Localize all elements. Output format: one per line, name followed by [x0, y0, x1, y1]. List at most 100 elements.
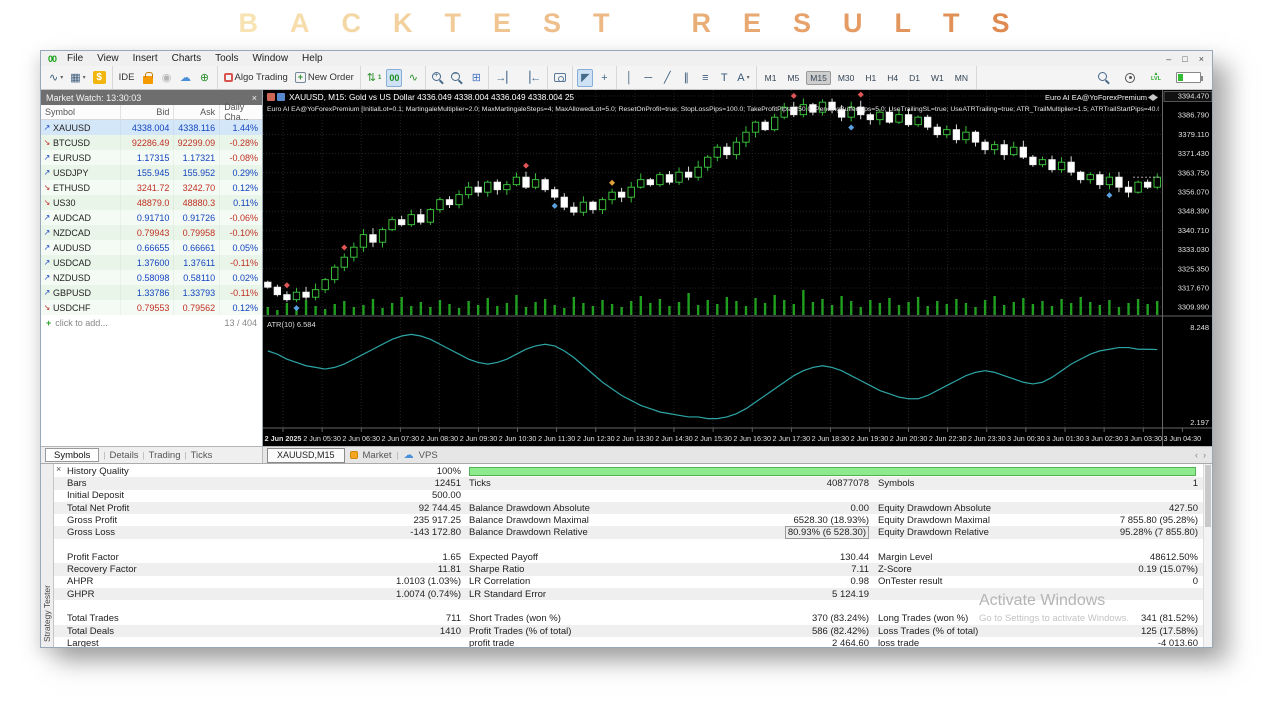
cursor-button[interactable]: ◤	[577, 69, 593, 87]
quotes-button[interactable]: 00	[386, 69, 402, 87]
market-watch-row[interactable]: ↗AUDCAD0.917100.91726-0.06%	[41, 210, 262, 225]
add-symbol-label[interactable]: click to add...	[55, 318, 108, 328]
timeframe-mn[interactable]: MN	[951, 71, 972, 85]
signals-button[interactable]: ◉	[159, 69, 175, 87]
zoom-in-button[interactable]	[430, 69, 446, 87]
column-header-2[interactable]: Ask	[174, 105, 220, 119]
minimize-icon[interactable]: –	[1166, 54, 1171, 64]
tester-row[interactable]: Initial Deposit500.00	[54, 490, 1212, 502]
menu-help[interactable]: Help	[295, 53, 330, 64]
timeframe-h4[interactable]: H4	[883, 71, 902, 85]
market-watch-row[interactable]: ↘US3048879.048880.30.11%	[41, 195, 262, 210]
cash-balance-button[interactable]: $	[91, 69, 108, 87]
tab-market[interactable]: Market	[363, 450, 392, 461]
market-watch-row[interactable]: ↗NZDUSD0.580980.581100.02%	[41, 270, 262, 285]
screenshot-button[interactable]	[552, 69, 568, 87]
tester-row[interactable]: Gross Loss-143 172.80Balance Drawdown Re…	[54, 526, 1212, 538]
level-button[interactable]: ▲LVL	[1148, 69, 1164, 87]
market-watch-row[interactable]: ↘ETHUSD3241.723242.700.12%	[41, 180, 262, 195]
timeframe-m1[interactable]: M1	[761, 71, 781, 85]
tester-row[interactable]	[54, 539, 1212, 551]
zoom-out-button[interactable]	[449, 69, 465, 87]
market-watch-row[interactable]: ↗GBPUSD1.337861.33793-0.11%	[41, 285, 262, 300]
market-watch-row[interactable]: ↗NZDCAD0.799430.79958-0.10%	[41, 225, 262, 240]
tab-xauusd-m15[interactable]: XAUUSD,M15	[267, 448, 345, 463]
tester-row[interactable]: Profit Factor1.65Expected Payoff130.44Ma…	[54, 551, 1212, 563]
tile-windows-button[interactable]: ⊞	[468, 69, 484, 87]
fibonacci-button[interactable]: ≡	[697, 69, 713, 87]
horizontal-line-button[interactable]: ─	[640, 69, 656, 87]
price-chart-svg[interactable]: 3394.4703386.7903379.1103371.4303363.750…	[263, 90, 1212, 446]
tab-trading[interactable]: Trading	[149, 450, 181, 461]
text-tool-button[interactable]: T	[716, 69, 732, 87]
chart-area[interactable]: 3394.4703386.7903379.1103371.4303363.750…	[263, 90, 1212, 446]
market-watch-row[interactable]: ↗USDJPY155.945155.9520.29%	[41, 165, 262, 180]
chart-shift-button[interactable]: →▏	[493, 69, 516, 87]
timeframe-w1[interactable]: W1	[927, 71, 948, 85]
tab-symbols[interactable]: Symbols	[45, 448, 99, 462]
menu-file[interactable]: File	[60, 53, 90, 64]
market-watch-row[interactable]: ↘BTCUSD92286.4992299.09-0.28%	[41, 135, 262, 150]
tick-chart-button[interactable]: ∿	[405, 69, 421, 87]
channel-button[interactable]: ∥	[678, 69, 694, 87]
connection-battery[interactable]	[1174, 69, 1203, 87]
vertical-line-button[interactable]: │	[621, 69, 637, 87]
column-header-0[interactable]: Symbol	[41, 105, 121, 119]
objects-button[interactable]: A▾	[735, 69, 751, 87]
community-button[interactable]: ⊕	[197, 69, 213, 87]
close-icon[interactable]: ×	[1199, 54, 1204, 64]
marketplace-lock-button[interactable]	[140, 69, 156, 87]
menu-view[interactable]: View	[90, 53, 126, 64]
tester-row[interactable]: Recovery Factor11.81Sharpe Ratio7.11Z-Sc…	[54, 563, 1212, 575]
tester-row[interactable]: Total Deals1410Profit Trades (% of total…	[54, 625, 1212, 637]
tab-vps[interactable]: VPS	[419, 450, 438, 461]
scrollbar-thumb[interactable]	[1205, 465, 1211, 527]
menu-insert[interactable]: Insert	[126, 53, 165, 64]
chart-style-button[interactable]: ▦▾	[68, 69, 87, 87]
tester-row[interactable]: Gross Profit235 917.25Balance Drawdown M…	[54, 514, 1212, 526]
auto-scroll-button[interactable]: ▕←	[520, 69, 543, 87]
tester-row[interactable]: AHPR1.0103 (1.03%)LR Correlation0.98OnTe…	[54, 576, 1212, 588]
cloud-sync-button[interactable]: ☁	[178, 69, 194, 87]
banner-letter: K	[393, 8, 413, 39]
menu-tools[interactable]: Tools	[208, 53, 245, 64]
menu-window[interactable]: Window	[245, 53, 295, 64]
add-symbol-icon[interactable]: +	[46, 318, 51, 328]
market-watch-row[interactable]: ↗AUDUSD0.666550.666610.05%	[41, 240, 262, 255]
trendline-button[interactable]: ╱	[659, 69, 675, 87]
market-watch-row[interactable]: ↗XAUUSD4338.0044338.1161.44%	[41, 120, 262, 135]
tab-nav-left-icon[interactable]: ‹	[1195, 450, 1198, 460]
ide-button[interactable]: IDE	[117, 69, 137, 87]
timeframe-m5[interactable]: M5	[783, 71, 803, 85]
timeframe-m15[interactable]: M15	[806, 71, 831, 85]
column-header-1[interactable]: Bid	[121, 105, 175, 119]
strategy-tester-side-tab[interactable]: Strategy Tester	[41, 464, 54, 647]
tab-ticks[interactable]: Ticks	[191, 450, 213, 461]
tester-row[interactable]: Bars12451Ticks40877078Symbols1	[54, 477, 1212, 489]
profile-button[interactable]	[1122, 69, 1138, 87]
market-watch-row[interactable]: ↗EURUSD1.173151.17321-0.08%	[41, 150, 262, 165]
new-order-button[interactable]: +New Order	[293, 69, 356, 87]
restore-icon[interactable]: □	[1182, 54, 1187, 64]
algo-trading-button[interactable]: Algo Trading	[222, 69, 290, 87]
timeframe-m30[interactable]: M30	[834, 71, 859, 85]
market-watch-row[interactable]: ↘USDCHF0.795530.795620.12%	[41, 300, 262, 315]
depth-of-market-button[interactable]: ⇅1	[365, 69, 384, 87]
menu-charts[interactable]: Charts	[165, 53, 208, 64]
tester-scrollbar[interactable]	[1203, 464, 1212, 647]
tab-details[interactable]: Details	[110, 450, 139, 461]
tester-row[interactable]: Total Net Profit92 744.45Balance Drawdow…	[54, 502, 1212, 514]
tab-nav-right-icon[interactable]: ›	[1203, 450, 1206, 460]
close-icon[interactable]: ×	[252, 93, 257, 103]
timeframe-d1[interactable]: D1	[905, 71, 924, 85]
market-watch-row[interactable]: ↗USDCAD1.376001.37611-0.11%	[41, 255, 262, 270]
tester-col1: Initial Deposit500.00	[54, 490, 461, 502]
column-header-3[interactable]: Daily Cha...	[220, 105, 262, 119]
timeframe-h1[interactable]: H1	[861, 71, 880, 85]
search-button[interactable]	[1096, 69, 1112, 87]
tester-row[interactable]: Largestprofit trade2 464.60loss trade-4 …	[54, 637, 1212, 647]
tester-row[interactable]: History Quality100%	[54, 465, 1212, 477]
crosshair-button[interactable]: +	[596, 69, 612, 87]
close-icon[interactable]: ×	[56, 464, 61, 474]
chart-bars-button[interactable]: ∿▾	[47, 69, 65, 87]
